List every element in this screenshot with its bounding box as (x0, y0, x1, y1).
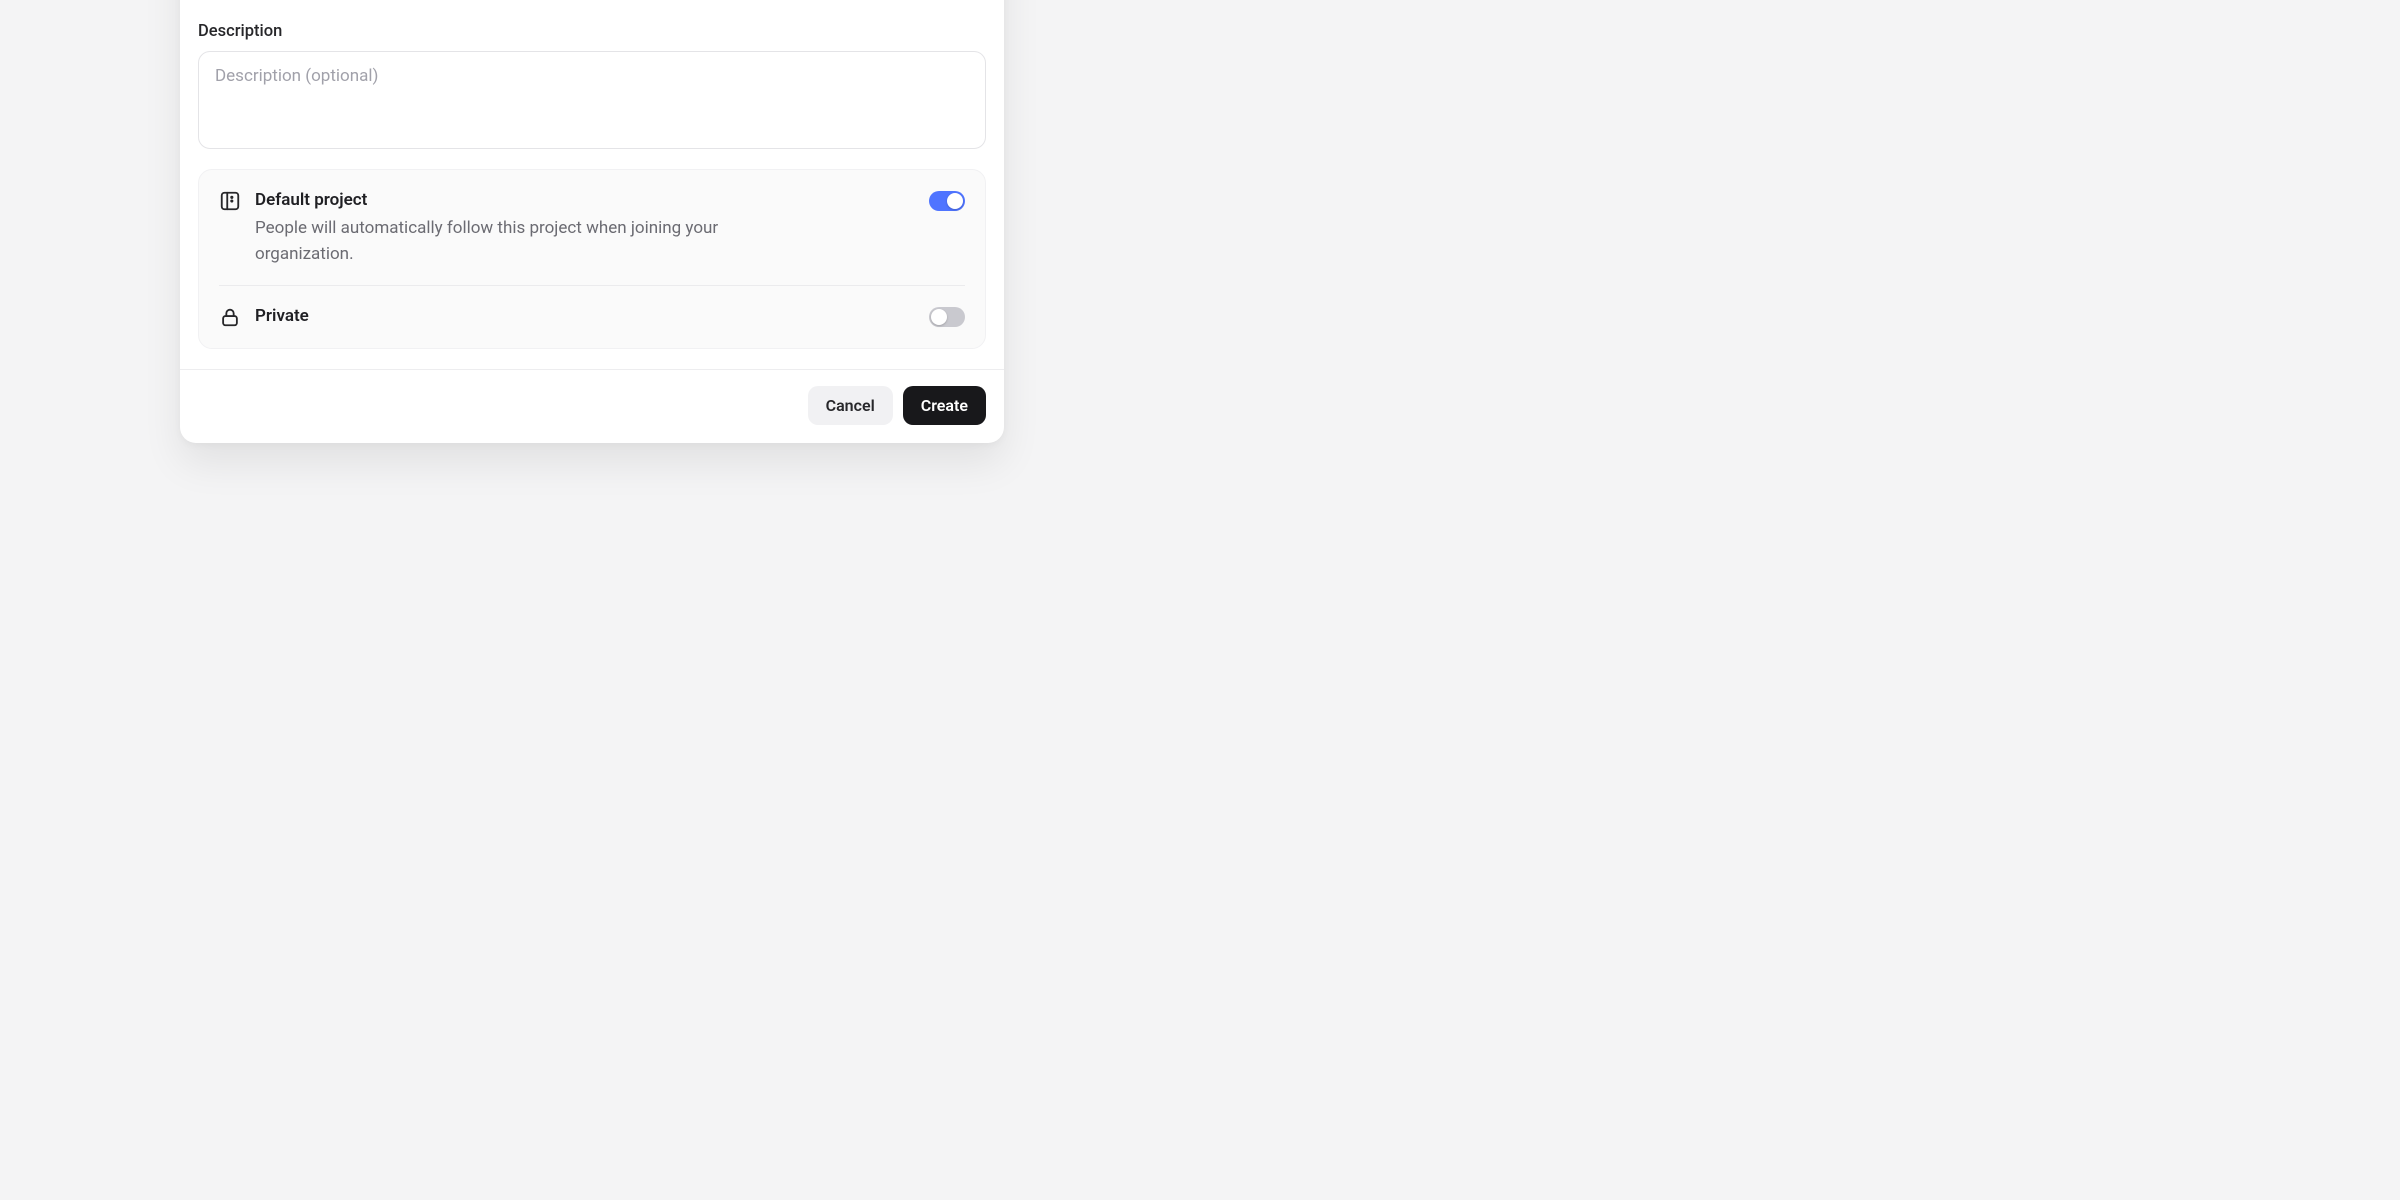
private-toggle[interactable] (929, 307, 965, 327)
create-project-modal: Description Default project People will … (180, 0, 1004, 443)
private-title: Private (255, 304, 915, 330)
default-project-description: People will automatically follow this pr… (255, 215, 725, 268)
cancel-button[interactable]: Cancel (808, 386, 893, 425)
default-project-title: Default project (255, 188, 915, 214)
description-textarea[interactable] (198, 51, 986, 149)
description-label: Description (198, 22, 986, 41)
lock-icon (219, 306, 241, 328)
settings-card: Default project People will automaticall… (198, 169, 986, 349)
create-button[interactable]: Create (903, 386, 986, 425)
default-project-setting: Default project People will automaticall… (199, 170, 985, 285)
modal-body: Description Default project People will … (180, 0, 1004, 369)
modal-footer: Cancel Create (180, 369, 1004, 443)
private-setting: Private (219, 285, 965, 348)
default-project-toggle[interactable] (929, 191, 965, 211)
panel-icon (219, 190, 241, 212)
